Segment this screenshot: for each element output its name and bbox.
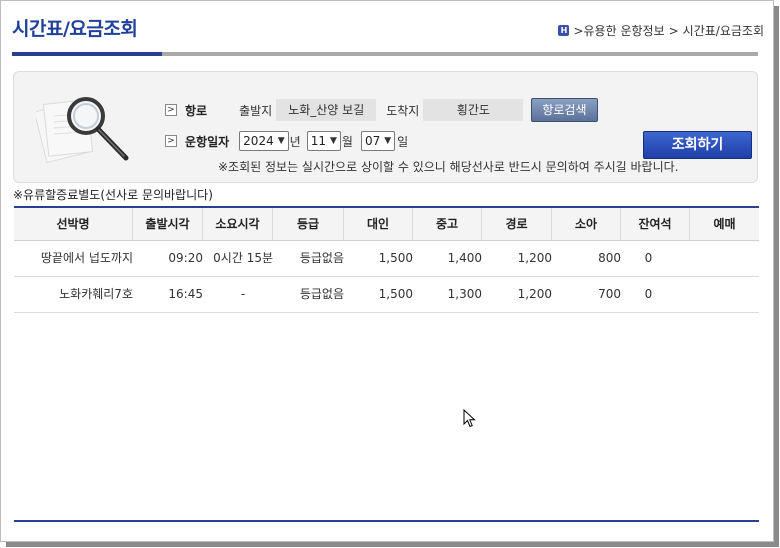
cell-youth: 1,400: [447, 251, 482, 265]
cell-duration: -: [240, 287, 246, 301]
query-button[interactable]: 조회하기: [643, 131, 752, 159]
cell-departure-time: 16:45: [168, 287, 203, 301]
year-select[interactable]: 2024 ▼: [239, 131, 289, 151]
cell-senior: 1,200: [517, 251, 552, 265]
month-unit: 월: [341, 134, 353, 149]
cell-booking[interactable]: [690, 277, 759, 312]
cell-departure-time: 09:20: [168, 251, 203, 265]
date-label: 운항일자: [185, 134, 230, 149]
route-bullet-icon: >: [165, 104, 177, 116]
col-remaining-seats: 잔여석: [621, 208, 690, 240]
breadcrumb: H >유용한 운항정보 > 시간표/요금조회: [558, 22, 764, 39]
cell-adult: 1,500: [378, 287, 413, 301]
col-senior: 경로: [482, 208, 552, 240]
frame-shadow-right: [774, 6, 779, 546]
arrival-field[interactable]: 횡간도: [423, 99, 524, 121]
notice-text: ※조회된 정보는 실시간으로 상이할 수 있으니 해당선사로 반드시 문의하여 …: [218, 160, 679, 174]
year-unit: 년: [289, 134, 301, 149]
cell-senior: 1,200: [517, 287, 552, 301]
month-select[interactable]: 11 ▼: [306, 131, 341, 151]
cell-ship-name: 노화카훼리7호: [59, 287, 133, 301]
page-title: 시간표/요금조회: [12, 18, 138, 40]
home-icon[interactable]: H: [558, 25, 570, 36]
breadcrumb-item-useful-info[interactable]: >유용한 운항정보: [573, 22, 664, 39]
cell-child: 800: [598, 251, 621, 265]
chevron-down-icon: ▼: [384, 136, 392, 146]
col-youth: 중고: [413, 208, 482, 240]
cell-remaining-seats: 0: [644, 251, 653, 265]
day-unit: 일: [397, 134, 409, 149]
cell-ship-name: 땅끝에서 넙도까지: [40, 251, 133, 265]
cell-adult: 1,500: [378, 251, 413, 265]
title-underline: [162, 52, 758, 56]
breadcrumb-separator: >: [668, 23, 679, 38]
chevron-down-icon: ▼: [277, 136, 285, 146]
col-ship-name: 선박명: [14, 208, 133, 240]
col-adult: 대인: [344, 208, 413, 240]
day-select[interactable]: 07 ▼: [360, 131, 396, 151]
departure-label: 출발지: [239, 103, 273, 118]
date-row: > 운항일자 2024 ▼ 년 11 ▼ 월 07 ▼ 일: [165, 131, 408, 151]
date-bullet-icon: >: [165, 135, 177, 147]
surcharge-note: ※유류할증료별도(선사로 문의바랍니다): [13, 188, 213, 202]
frame-shadow-bottom: [6, 542, 779, 547]
month-value: 11: [310, 134, 326, 148]
table-header: 선박명 출발시각 소요시각 등급 대인 중고 경로 소아 잔여석 예매: [14, 208, 759, 241]
mouse-cursor-icon: [463, 409, 476, 428]
cell-grade: 등급없음: [299, 251, 344, 265]
cell-remaining-seats: 0: [644, 287, 653, 301]
route-row: > 항로 출발지 노화_산양 보길 도착지 횡간도 항로검색: [165, 98, 598, 122]
col-duration: 소요시각: [203, 208, 273, 240]
day-value: 07: [364, 134, 381, 148]
cell-child: 700: [598, 287, 621, 301]
title-underline-accent: [12, 52, 162, 56]
table-row[interactable]: 땅끝에서 넙도까지 09:20 0시간 15분 등급없음 1,500 1,400…: [14, 241, 759, 277]
year-value: 2024: [243, 134, 274, 148]
arrival-label: 도착지: [386, 103, 420, 118]
cell-grade: 등급없음: [299, 287, 344, 301]
table-bottom-border: [14, 520, 759, 522]
route-label: 항로: [185, 103, 208, 118]
table-row[interactable]: 노화카훼리7호 16:45 - 등급없음 1,500 1,300 1,200 7…: [14, 277, 759, 313]
cell-duration: 0시간 15분: [213, 251, 273, 265]
magnifier-document-icon: [36, 97, 129, 164]
cell-youth: 1,300: [447, 287, 482, 301]
cell-booking[interactable]: [690, 241, 759, 276]
col-child: 소아: [552, 208, 621, 240]
col-departure-time: 출발시각: [133, 208, 203, 240]
chevron-down-icon: ▼: [329, 136, 337, 146]
col-grade: 등급: [273, 208, 344, 240]
col-booking: 예매: [713, 217, 736, 231]
breadcrumb-item-current: 시간표/요금조회: [682, 24, 764, 38]
departure-field[interactable]: 노화_산양 보길: [276, 99, 377, 121]
route-search-button[interactable]: 항로검색: [531, 98, 598, 122]
